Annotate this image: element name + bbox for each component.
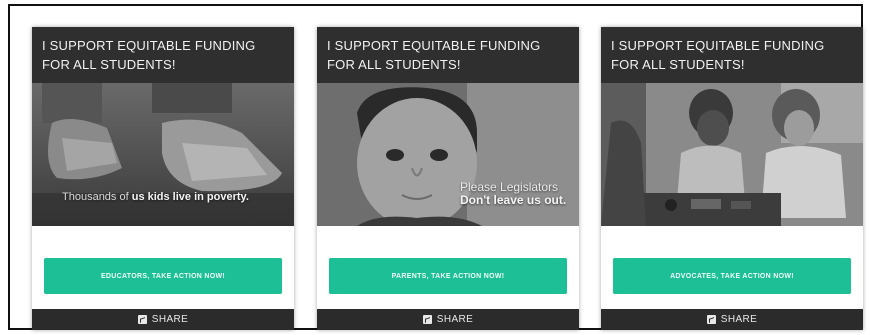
advocates-action-button[interactable]: ADVOCATES, TAKE ACTION NOW! xyxy=(613,258,851,294)
child-portrait-photo: Please Legislators Don't leave us out. xyxy=(317,83,579,226)
card-headline: I SUPPORT EQUITABLE FUNDING FOR ALL STUD… xyxy=(601,27,863,83)
share-label: SHARE xyxy=(720,314,758,325)
share-square-icon xyxy=(422,315,432,324)
share-square-icon xyxy=(137,315,147,324)
page-frame: I SUPPORT EQUITABLE FUNDING FOR ALL STUD… xyxy=(8,4,863,330)
card-headline: I SUPPORT EQUITABLE FUNDING FOR ALL STUD… xyxy=(32,27,294,83)
card-headline: I SUPPORT EQUITABLE FUNDING FOR ALL STUD… xyxy=(317,27,579,83)
share-label: SHARE xyxy=(436,314,474,325)
caption-line-1: Please Legislators xyxy=(460,180,559,194)
students-classroom-photo xyxy=(601,83,863,226)
advocates-card: I SUPPORT EQUITABLE FUNDING FOR ALL STUD… xyxy=(601,27,863,330)
educators-action-button[interactable]: EDUCATORS, TAKE ACTION NOW! xyxy=(44,258,282,294)
kids-shoes-photo: Thousands of us kids live in poverty. xyxy=(32,83,294,226)
parents-action-button[interactable]: PARENTS, TAKE ACTION NOW! xyxy=(329,258,567,294)
share-button[interactable]: SHARE xyxy=(317,309,579,330)
parents-card: I SUPPORT EQUITABLE FUNDING FOR ALL STUD… xyxy=(317,27,579,330)
share-square-icon xyxy=(706,315,716,324)
educators-card: I SUPPORT EQUITABLE FUNDING FOR ALL STUD… xyxy=(32,27,294,330)
caption-bold-text: us kids live in poverty. xyxy=(131,191,249,203)
poverty-caption: Thousands of us kids live in poverty. xyxy=(62,191,249,203)
share-button[interactable]: SHARE xyxy=(601,309,863,330)
caption-line-2: Don't leave us out. xyxy=(460,193,567,207)
share-label: SHARE xyxy=(151,314,189,325)
share-button[interactable]: SHARE xyxy=(32,309,294,330)
caption-light-text: Thousands of xyxy=(62,191,132,203)
legislators-caption: Please Legislators Don't leave us out. xyxy=(460,181,566,207)
